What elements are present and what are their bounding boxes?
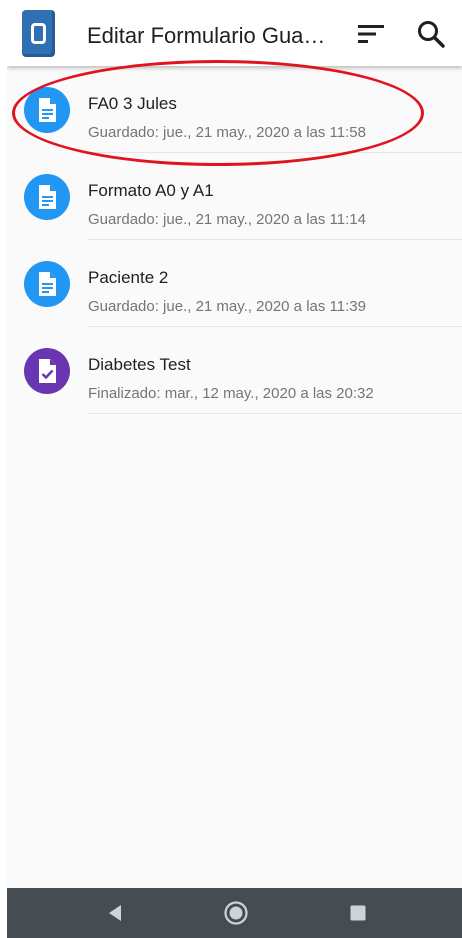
screen: Editar Formulario Guardado [7,0,462,938]
form-title: FA0 3 Jules [88,94,177,113]
saved-form-icon [24,87,70,133]
saved-form-icon [24,261,70,307]
list-item[interactable]: Formato A0 y A1 Guardado: jue., 21 may.,… [7,153,462,240]
list-item[interactable]: FA0 3 Jules Guardado: jue., 21 may., 202… [7,66,462,153]
form-status: Guardado: jue., 21 may., 2020 a las 11:3… [88,298,366,315]
search-button[interactable] [415,18,449,52]
divider [88,413,462,414]
saved-form-icon [24,174,70,220]
finalized-form-icon [24,348,70,394]
form-title: Formato A0 y A1 [88,181,214,200]
form-status: Finalizado: mar., 12 may., 2020 a las 20… [88,385,374,402]
sort-button[interactable] [355,20,389,48]
list-item[interactable]: Diabetes Test Finalizado: mar., 12 may.,… [7,327,462,414]
app-logo-icon [22,10,55,57]
recents-square-icon [350,905,366,921]
form-status: Guardado: jue., 21 may., 2020 a las 11:5… [88,124,366,141]
form-list: FA0 3 Jules Guardado: jue., 21 may., 202… [7,66,462,414]
back-triangle-icon [109,905,121,921]
form-title: Diabetes Test [88,355,191,374]
page-title: Editar Formulario Guardado [87,23,332,48]
search-icon [418,21,445,48]
recents-button[interactable] [345,900,371,926]
form-status: Guardado: jue., 21 may., 2020 a las 11:1… [88,211,366,228]
sort-icon [358,25,384,43]
form-title: Paciente 2 [88,268,169,287]
home-circle-icon [224,901,248,925]
back-button[interactable] [103,900,129,926]
app-bar: Editar Formulario Guardado [7,0,462,66]
system-nav-bar [7,888,462,938]
list-item[interactable]: Paciente 2 Guardado: jue., 21 may., 2020… [7,240,462,327]
home-button[interactable] [223,900,249,926]
